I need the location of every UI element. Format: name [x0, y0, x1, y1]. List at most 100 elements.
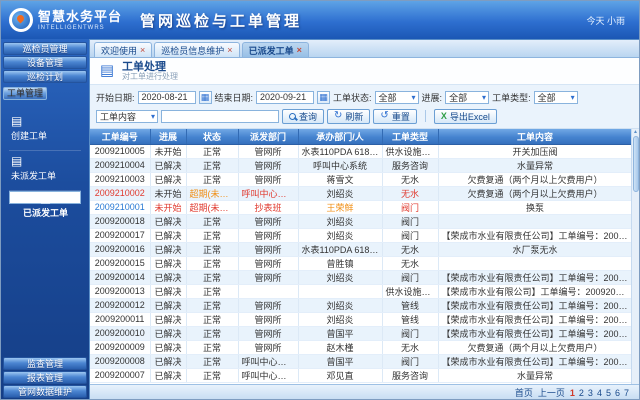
tab-label: 欢迎使用 — [101, 44, 137, 57]
search-button[interactable]: 查询 — [282, 109, 324, 124]
pagination-page[interactable]: 2 — [579, 388, 584, 398]
table-row[interactable]: 2009210002未开始超期(未收到)呼叫中心系统刘绍炎无水欠费复通（两个月以… — [90, 186, 632, 200]
table-row[interactable]: 2009200008已解决正常呼叫中心系统曾国平阀门【荣成市水业有限责任公司】工… — [90, 354, 632, 368]
cell-type: 无水 — [382, 186, 438, 200]
cell-content: 水量异常 — [438, 158, 632, 172]
tab[interactable]: 已派发工单× — [242, 42, 309, 57]
content-field-select[interactable]: 工单内容▾ — [96, 110, 158, 123]
column-header[interactable]: 状态 — [186, 129, 238, 144]
refresh-button[interactable]: ↻刷新 — [327, 109, 370, 124]
table-row[interactable]: 2009210001未开始超期(未收到)抄表班王荣鲜阀门换泵 — [90, 200, 632, 214]
table-row[interactable]: 2009200018已解决正常管网所刘绍炎阀门 — [90, 214, 632, 228]
cell-handler: 曾胜镇 — [298, 256, 382, 270]
sidebar-menu-item[interactable]: 监查管理 — [3, 357, 87, 370]
status-select-value: 全部 — [379, 91, 397, 104]
tab[interactable]: 欢迎使用× — [94, 42, 152, 57]
sidebar-submenu-item[interactable]: ▤创建工单 — [9, 111, 81, 151]
tab-label: 已派发工单 — [249, 44, 294, 57]
progress-select[interactable]: 全部▾ — [445, 91, 489, 104]
cell-type: 阀门 — [382, 200, 438, 214]
cell-id: 2009200010 — [90, 326, 150, 340]
calendar-icon[interactable]: ▦ — [317, 91, 330, 104]
table-row[interactable]: 2009200012已解决正常管网所刘绍炎管线【荣成市水业有限责任公司】工单编号… — [90, 298, 632, 312]
sidebar-submenu-item[interactable]: ▤未派发工单 — [9, 151, 81, 191]
cell-dept: 管网所 — [238, 158, 298, 172]
sidebar-menu-item[interactable]: 报表管理 — [3, 371, 87, 384]
cell-dept: 管网所 — [238, 298, 298, 312]
close-icon[interactable]: × — [227, 46, 232, 55]
pagination-pages: 1234567 — [570, 388, 629, 398]
table-row[interactable]: 2009210004已解决正常管网所呼叫中心系统服务咨询水量异常 — [90, 158, 632, 172]
pagination-page[interactable]: 6 — [615, 388, 620, 398]
reset-icon: ↺ — [380, 111, 388, 121]
refresh-icon: ↻ — [334, 111, 342, 121]
sidebar-menu-item[interactable]: 巡检计划 — [3, 70, 87, 83]
table-row[interactable]: 2009200007已解决正常呼叫中心系统邓见直服务咨询水量异常 — [90, 368, 632, 382]
cell-status: 正常 — [186, 326, 238, 340]
column-header[interactable]: 工单类型 — [382, 129, 438, 144]
tab-label: 巡检员信息维护 — [161, 44, 224, 57]
tab-bar: 欢迎使用×巡检员信息维护×已派发工单× — [90, 40, 639, 58]
content-field-select-value: 工单内容 — [100, 110, 136, 123]
cell-type: 服务咨询 — [382, 158, 438, 172]
column-header[interactable]: 承办部门/人 — [298, 129, 382, 144]
close-icon[interactable]: × — [297, 46, 302, 55]
sidebar-submenu-label: 创建工单 — [11, 129, 79, 142]
vertical-scrollbar[interactable]: ▲ — [631, 129, 639, 384]
table-row[interactable]: 2009200014已解决正常管网所刘绍炎阀门【荣成市水业有限责任公司】工单编号… — [90, 270, 632, 284]
cell-dept: 呼叫中心系统 — [238, 368, 298, 382]
reset-button[interactable]: ↺重置 — [373, 109, 416, 124]
column-header[interactable]: 进展 — [150, 129, 186, 144]
table-row[interactable]: 2009200009已解决正常管网所赵木槿无水欠费复通（两个月以上欠费用户） — [90, 340, 632, 354]
table-row[interactable]: 2009200016已解决正常管网所水表110PDA 61870无水水厂泵无水 — [90, 242, 632, 256]
export-excel-button[interactable]: X导出Excel — [434, 109, 497, 124]
pagination-page[interactable]: 3 — [588, 388, 593, 398]
table-row[interactable]: 2009200013已解决正常供水设施故障【荣成市水业有限公司】工单编号：200… — [90, 284, 632, 298]
sidebar-menu-item[interactable]: 巡检员管理 — [3, 42, 87, 55]
pagination-page[interactable]: 5 — [606, 388, 611, 398]
table-row[interactable]: 2009210003已解决正常管网所蒋雪文无水欠费复通（两个月以上欠费用户） — [90, 172, 632, 186]
status-select[interactable]: 全部▾ — [375, 91, 419, 104]
type-select[interactable]: 全部▾ — [534, 91, 578, 104]
sidebar-submenu-item[interactable]: ▤已派发工单 — [9, 191, 81, 204]
cell-content: 【荣成市水业有限责任公司】工单编号：2009200010请于2020年9月20日… — [438, 326, 632, 340]
pagination-page[interactable]: 4 — [597, 388, 602, 398]
cell-type: 无水 — [382, 172, 438, 186]
scroll-up-icon[interactable]: ▲ — [633, 129, 638, 135]
column-header[interactable]: 工单编号 — [90, 129, 150, 144]
pagination-prev[interactable]: 上一页 — [538, 386, 565, 399]
cell-handler — [298, 284, 382, 298]
table-row[interactable]: 2009200017已解决正常管网所刘绍炎阀门【荣成市水业有限责任公司】工单编号… — [90, 228, 632, 242]
cell-status: 正常 — [186, 158, 238, 172]
tab[interactable]: 巡检员信息维护× — [154, 42, 239, 57]
document-icon: ▤ — [40, 192, 51, 204]
calendar-icon[interactable]: ▦ — [199, 91, 212, 104]
keyword-input[interactable] — [161, 110, 279, 123]
end-date-input[interactable]: 2020-09-21 — [256, 91, 314, 104]
start-date-input[interactable]: 2020-08-21 — [138, 91, 196, 104]
cell-progress: 未开始 — [150, 144, 186, 158]
cell-dept: 管网所 — [238, 228, 298, 242]
sidebar-menu-item[interactable]: 工单管理 — [3, 87, 47, 100]
close-icon[interactable]: × — [140, 46, 145, 55]
type-select-value: 全部 — [538, 91, 556, 104]
sidebar-menu-item[interactable]: 管网数据维护 — [3, 385, 87, 398]
cell-dept: 管网所 — [238, 340, 298, 354]
cell-content: 【荣成市水业有限责任公司】工单编号：2009200017请于2020年9月20日… — [438, 228, 632, 242]
cell-progress: 未开始 — [150, 200, 186, 214]
column-header[interactable]: 派发部门 — [238, 129, 298, 144]
pagination-page[interactable]: 1 — [570, 388, 575, 398]
cell-status: 正常 — [186, 270, 238, 284]
scrollbar-thumb[interactable] — [633, 136, 639, 192]
pagination-page[interactable]: 7 — [624, 388, 629, 398]
table-row[interactable]: 2009210005未开始正常管网所水表110PDA 61870供水设施维修开关… — [90, 144, 632, 158]
cell-type: 阀门 — [382, 214, 438, 228]
pagination-first[interactable]: 首页 — [515, 386, 533, 399]
table-row[interactable]: 2009200011已解决正常管网所刘绍炎管线【荣成市水业有限责任公司】工单编号… — [90, 312, 632, 326]
cell-handler: 蒋雪文 — [298, 172, 382, 186]
table-row[interactable]: 2009200010已解决正常管网所曾国平阀门【荣成市水业有限责任公司】工单编号… — [90, 326, 632, 340]
sidebar-menu-item[interactable]: 设备管理 — [3, 56, 87, 69]
column-header[interactable]: 工单内容 — [438, 129, 632, 144]
table-row[interactable]: 2009200015已解决正常管网所曾胜镇无水 — [90, 256, 632, 270]
cell-progress: 已解决 — [150, 368, 186, 382]
